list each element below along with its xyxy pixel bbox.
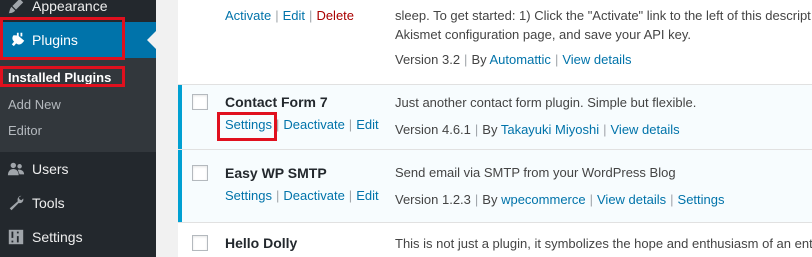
plugin-description-line2: Akismet configuration page, and save you… (395, 27, 692, 42)
current-menu-arrow (147, 31, 156, 49)
activate-link[interactable]: Activate (225, 8, 271, 23)
version-text: Version 3.2 (395, 52, 461, 67)
delete-link[interactable]: Delete (316, 8, 354, 23)
separator: | (670, 192, 674, 207)
plugin-name: Hello Dolly (225, 235, 298, 251)
admin-sidebar: Appearance Plugins Installed Plugins Add… (0, 0, 156, 257)
separator: | (348, 117, 353, 132)
deactivate-link[interactable]: Deactivate (283, 188, 344, 203)
separator: | (589, 192, 593, 207)
row-actions: Activate | Edit | Delete (225, 8, 354, 23)
menu-label-users: Users (32, 161, 69, 177)
plugin-checkbox[interactable] (192, 94, 208, 110)
menu-label-tools: Tools (32, 195, 65, 211)
separator: | (348, 188, 353, 203)
menu-label-settings: Settings (32, 229, 83, 245)
wrench-icon (6, 193, 26, 213)
author-link[interactable]: wpecommerce (501, 192, 586, 207)
plugins-submenu: Installed Plugins Add New Editor (0, 58, 156, 152)
separator: | (603, 122, 607, 137)
separator: | (275, 8, 279, 23)
row-actions: Settings | Deactivate | Edit (225, 188, 379, 203)
row-actions: Settings | Deactivate | Edit (225, 117, 379, 132)
edit-link[interactable]: Edit (356, 117, 378, 132)
separator: | (275, 117, 280, 132)
separator: | (275, 188, 280, 203)
deactivate-link[interactable]: Deactivate (283, 117, 344, 132)
separator: | (474, 192, 479, 207)
plugin-description: This is not just a plugin, it symbolizes… (395, 236, 812, 251)
author-link[interactable]: Takayuki Miyoshi (501, 122, 599, 137)
settings-link[interactable]: Settings (225, 117, 272, 132)
version-text: Version 4.6.1 (395, 122, 471, 137)
plugin-checkbox[interactable] (192, 235, 208, 251)
menu-item-tools[interactable]: Tools (0, 186, 156, 220)
separator: | (554, 52, 559, 67)
plugin-row-easy-wp-smtp: Easy WP SMTP Settings | Deactivate | Edit Se… (178, 150, 812, 223)
separator: | (309, 8, 313, 23)
menu-item-users[interactable]: Users (0, 152, 156, 186)
plug-icon (6, 30, 26, 50)
settings-sliders-icon (6, 227, 26, 247)
view-details-link[interactable]: View details (597, 192, 666, 207)
menu-item-settings[interactable]: Settings (0, 220, 156, 254)
by-text: By (482, 192, 498, 207)
submenu-installed-plugins[interactable]: Installed Plugins (8, 70, 111, 85)
edit-link[interactable]: Edit (283, 8, 305, 23)
plugin-description: Send email via SMTP from your WordPress … (395, 165, 676, 180)
view-details-link[interactable]: View details (611, 122, 680, 137)
plugin-settings-link[interactable]: Settings (678, 192, 725, 207)
plugin-description: Just another contact form plugin. Simple… (395, 95, 697, 110)
plugin-name: Contact Form 7 (225, 94, 328, 110)
plugin-row-hello-dolly: Hello Dolly This is not just a plugin, i… (178, 223, 812, 257)
menu-item-plugins[interactable]: Plugins (0, 22, 156, 58)
submenu-editor[interactable]: Editor (8, 123, 42, 138)
paintbrush-icon (6, 0, 26, 16)
by-text: By (482, 122, 498, 137)
plugins-table: Activate | Edit | Delete sleep. To get start… (178, 0, 812, 257)
users-icon (6, 159, 26, 179)
plugin-row-contact-form-7: Contact Form 7 Settings | Deactivate | Edit … (178, 85, 812, 150)
by-text: By (471, 52, 487, 67)
plugin-checkbox[interactable] (192, 165, 208, 181)
edit-link[interactable]: Edit (356, 188, 378, 203)
menu-label-plugins: Plugins (32, 32, 78, 48)
plugin-description: sleep. To get started: 1) Click the "Act… (395, 8, 811, 23)
version-text: Version 1.2.3 (395, 192, 471, 207)
settings-link[interactable]: Settings (225, 188, 272, 203)
plugin-row-akismet: Activate | Edit | Delete sleep. To get start… (178, 0, 812, 85)
menu-item-appearance[interactable]: Appearance (0, 0, 156, 23)
separator: | (474, 122, 479, 137)
plugin-meta: Version 1.2.3 | By wpecommerce | View detail… (395, 192, 725, 207)
menu-label-appearance: Appearance (32, 0, 108, 14)
plugin-name: Easy WP SMTP (225, 165, 327, 181)
submenu-add-new[interactable]: Add New (8, 97, 61, 112)
view-details-link[interactable]: View details (562, 52, 631, 67)
separator: | (464, 52, 468, 67)
plugin-meta: Version 3.2 | By Automattic | View details (395, 52, 631, 67)
plugin-meta: Version 4.6.1 | By Takayuki Miyoshi | View d… (395, 122, 680, 137)
author-link[interactable]: Automattic (490, 52, 551, 67)
